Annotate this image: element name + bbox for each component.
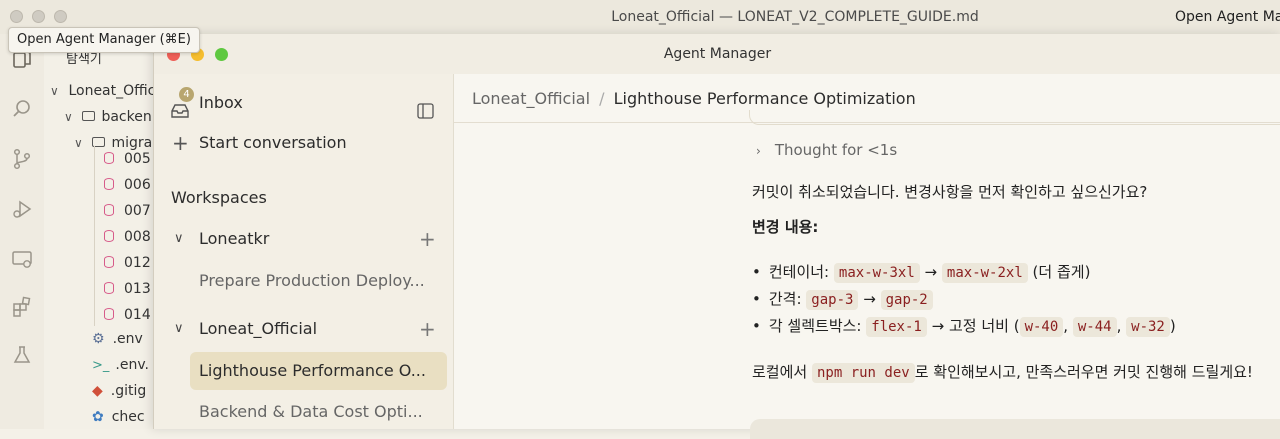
tree-file[interactable]: 013 xyxy=(104,276,151,302)
database-file-icon xyxy=(104,178,114,190)
conversation-item[interactable]: Prepare Production Deploy... xyxy=(171,262,446,300)
chevron-down-icon: ∨ xyxy=(174,321,184,336)
chevron-down-icon: ∨ xyxy=(50,84,59,98)
extensions-icon[interactable] xyxy=(8,296,36,324)
breadcrumb-separator: / xyxy=(599,89,605,108)
tree-file[interactable]: 007 xyxy=(104,198,151,224)
add-conversation-icon[interactable]: + xyxy=(419,220,436,258)
tree-file[interactable]: 012 xyxy=(104,250,151,276)
database-file-icon xyxy=(104,256,114,268)
inline-code: w-40 xyxy=(1019,317,1064,337)
workspaces-heading: Workspaces xyxy=(171,188,267,207)
activity-bar xyxy=(0,34,45,429)
add-conversation-icon[interactable]: + xyxy=(419,310,436,348)
breadcrumb-current: Lighthouse Performance Optimization xyxy=(613,89,916,108)
inline-code: w-32 xyxy=(1126,317,1170,337)
database-file-icon xyxy=(104,308,114,320)
tree-file-env[interactable]: ⚙ .env xyxy=(92,326,143,352)
folder-icon xyxy=(82,111,96,121)
agent-sidebar: Inbox 4 + Start conversation Workspaces … xyxy=(154,74,454,429)
message-text: 커밋이 취소되었습니다. 변경사항을 먼저 확인하고 싶으신가요? xyxy=(752,183,1148,201)
terminal-icon: >_ xyxy=(92,358,110,373)
inbox-count-badge: 4 xyxy=(179,87,194,102)
inline-code: gap-2 xyxy=(880,290,933,310)
tree-file[interactable]: 008 xyxy=(104,224,151,250)
tree-file[interactable]: 005 xyxy=(104,146,151,172)
inline-code: npm run dev xyxy=(811,363,915,383)
database-file-icon xyxy=(104,152,114,164)
tree-root-folder[interactable]: ∨ Loneat_Offic xyxy=(50,78,155,104)
changes-heading: 변경 내용: xyxy=(752,218,819,236)
database-file-icon xyxy=(104,282,114,294)
gear-icon: ⚙ xyxy=(92,331,105,347)
conversation-panel: Loneat_Official / Lighthouse Performance… xyxy=(454,74,1280,439)
message-final: 로컬에서 npm run dev 로 확인해보시고, 만족스러우면 커밋 진행해 … xyxy=(752,363,1253,383)
inline-code: gap-3 xyxy=(806,290,859,310)
agent-manager-titlebar: Agent Manager xyxy=(154,34,1280,75)
python-icon: ✿ xyxy=(92,409,104,425)
inline-code: max-w-2xl xyxy=(941,263,1028,283)
testing-flask-icon[interactable] xyxy=(8,344,36,372)
editor-window-title: Loneat_Official — LONEAT_V2_COMPLETE_GUI… xyxy=(611,9,979,25)
message-input-box[interactable] xyxy=(750,419,1280,439)
workspace-loneat-official[interactable]: ∨ Loneat_Official + xyxy=(171,310,446,348)
source-control-icon[interactable] xyxy=(8,148,36,176)
git-icon: ◆ xyxy=(92,383,103,399)
tree-file[interactable]: 006 xyxy=(104,172,151,198)
plus-icon: + xyxy=(172,131,189,155)
chevron-down-icon: ∨ xyxy=(64,110,73,124)
tree-indent-guide xyxy=(94,146,95,326)
run-debug-icon[interactable] xyxy=(8,198,36,226)
search-icon[interactable] xyxy=(8,98,36,126)
chevron-down-icon: ∨ xyxy=(74,136,83,150)
database-file-icon xyxy=(104,204,114,216)
inline-code: flex-1 xyxy=(866,317,927,337)
bullet-select: • 각 셀렉트박스: flex-1 → 고정 너비 (w-40, w-44, w-… xyxy=(752,317,1176,337)
database-file-icon xyxy=(104,230,114,242)
agent-manager-window: Agent Manager Inbox 4 + Start conversati… xyxy=(153,34,1280,439)
previous-card xyxy=(749,110,1280,125)
thought-toggle[interactable]: › Thought for <1s xyxy=(756,141,897,159)
tree-file-env2[interactable]: >_ .env. xyxy=(92,352,149,378)
workspace-loneatkr[interactable]: ∨ Loneatkr + xyxy=(171,220,446,258)
agent-manager-title: Agent Manager xyxy=(663,46,772,62)
inline-code: max-w-3xl xyxy=(833,263,920,283)
tooltip: Open Agent Manager (⌘E) xyxy=(8,27,200,53)
tree-file-check[interactable]: ✿ chec xyxy=(92,404,145,430)
breadcrumb-root[interactable]: Loneat_Official xyxy=(472,89,590,108)
bullet-container: • 컨테이너: max-w-3xl → max-w-2xl (더 좁게) xyxy=(752,263,1091,283)
tree-file[interactable]: 014 xyxy=(104,302,151,328)
sidebar-item-inbox[interactable]: Inbox xyxy=(171,84,446,122)
tree-folder-backend[interactable]: ∨ backen xyxy=(64,104,152,130)
conversation-item-active[interactable]: Lighthouse Performance O... xyxy=(190,352,447,390)
chevron-down-icon: ∨ xyxy=(174,231,184,246)
start-conversation-button[interactable]: + Start conversation xyxy=(171,124,446,162)
chevron-right-icon: › xyxy=(756,144,761,158)
remote-explorer-icon[interactable] xyxy=(8,248,36,276)
bullet-gap: • 간격: gap-3 → gap-2 xyxy=(752,288,933,310)
open-agent-manager-button[interactable]: Open Agent Manager xyxy=(1175,9,1280,25)
breadcrumb: Loneat_Official / Lighthouse Performance… xyxy=(472,89,916,108)
tree-file-gitignore[interactable]: ◆ .gitig xyxy=(92,378,146,404)
inline-code: w-44 xyxy=(1072,317,1117,337)
conversation-item[interactable]: Backend & Data Cost Opti... xyxy=(171,393,446,431)
